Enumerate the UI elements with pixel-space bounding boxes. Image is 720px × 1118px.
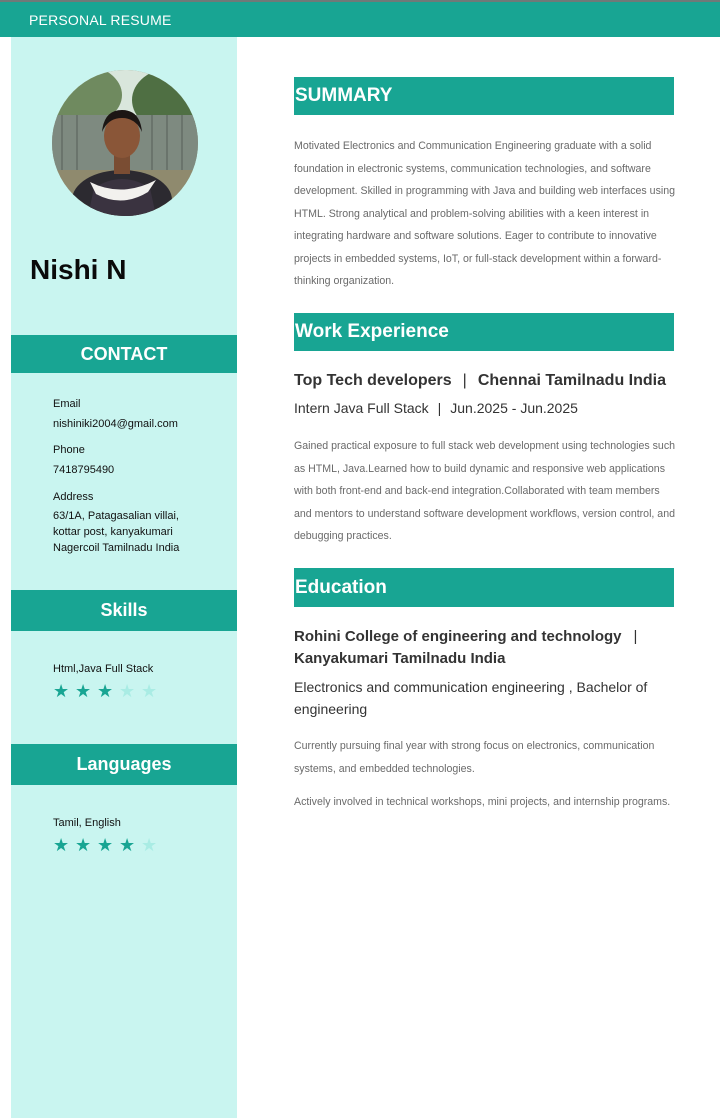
work-role: Intern Java Full Stack xyxy=(294,400,429,416)
sidebar: Nishi N CONTACT Email nishiniki2004@gmai… xyxy=(11,37,237,1118)
education-degree: Electronics and communication engineerin… xyxy=(294,679,648,717)
skills-heading: Skills xyxy=(11,590,237,631)
summary-text: Motivated Electronics and Communication … xyxy=(294,140,675,287)
top-bar: PERSONAL RESUME xyxy=(0,0,720,37)
work-description: Gained practical exposure to full stack … xyxy=(294,440,676,542)
profile-name: Nishi N xyxy=(30,254,127,285)
work-company: Top Tech developers xyxy=(294,372,452,389)
education-detail-2: Actively involved in technical workshops… xyxy=(294,796,671,808)
skill-rating: ★ ★ ★ ★ ★ xyxy=(53,682,157,700)
language-name: Tamil, English xyxy=(53,817,121,829)
star-empty-icon: ★ xyxy=(141,835,158,855)
work-location: Chennai Tamilnadu India xyxy=(477,372,666,389)
star-filled-icon: ★ xyxy=(53,681,70,701)
star-empty-icon: ★ xyxy=(119,681,136,701)
contact-heading: CONTACT xyxy=(11,335,237,373)
work-title-line: Top Tech developers | Chennai Tamilnadu In… xyxy=(294,372,666,390)
education-location: Kanyakumari Tamilnadu India xyxy=(294,650,506,667)
work-role-separator: | xyxy=(437,400,442,416)
email-value: nishiniki2004@gmail.com xyxy=(53,418,178,430)
languages-heading: Languages xyxy=(11,744,237,785)
star-filled-icon: ★ xyxy=(119,835,136,855)
language-rating: ★ ★ ★ ★ ★ xyxy=(53,836,157,854)
education-separator: | xyxy=(633,628,638,645)
work-separator: | xyxy=(462,372,467,389)
star-empty-icon: ★ xyxy=(141,681,158,701)
education-detail-1: Currently pursuing final year with stron… xyxy=(294,740,655,775)
address-label: Address xyxy=(53,491,94,503)
work-dates: Jun.2025 - Jun.2025 xyxy=(450,400,578,416)
address-line-3: Nagercoil Tamilnadu India xyxy=(53,542,180,554)
work-role-line: Intern Java Full Stack | Jun.2025 - Jun.20… xyxy=(294,400,578,416)
star-filled-icon: ★ xyxy=(75,835,92,855)
star-filled-icon: ★ xyxy=(75,681,92,701)
work-heading: Work Experience xyxy=(294,313,674,351)
star-filled-icon: ★ xyxy=(53,835,70,855)
education-title: Rohini College of engineering and techno… xyxy=(294,626,674,670)
phone-label: Phone xyxy=(53,444,85,456)
email-label: Email xyxy=(53,398,81,410)
phone-value: 7418795490 xyxy=(53,464,115,476)
skill-name: Html,Java Full Stack xyxy=(53,663,154,675)
profile-photo xyxy=(52,70,198,216)
summary-heading: SUMMARY xyxy=(294,77,674,115)
star-filled-icon: ★ xyxy=(97,835,114,855)
education-institution: Rohini College of engineering and techno… xyxy=(294,628,622,645)
address-line-2: kottar post, kanyakumari xyxy=(53,526,173,538)
page-header-title: PERSONAL RESUME xyxy=(29,12,172,28)
star-filled-icon: ★ xyxy=(97,681,114,701)
education-heading: Education xyxy=(294,568,674,607)
address-line-1: 63/1A, Patagasalian villai, xyxy=(53,510,179,522)
